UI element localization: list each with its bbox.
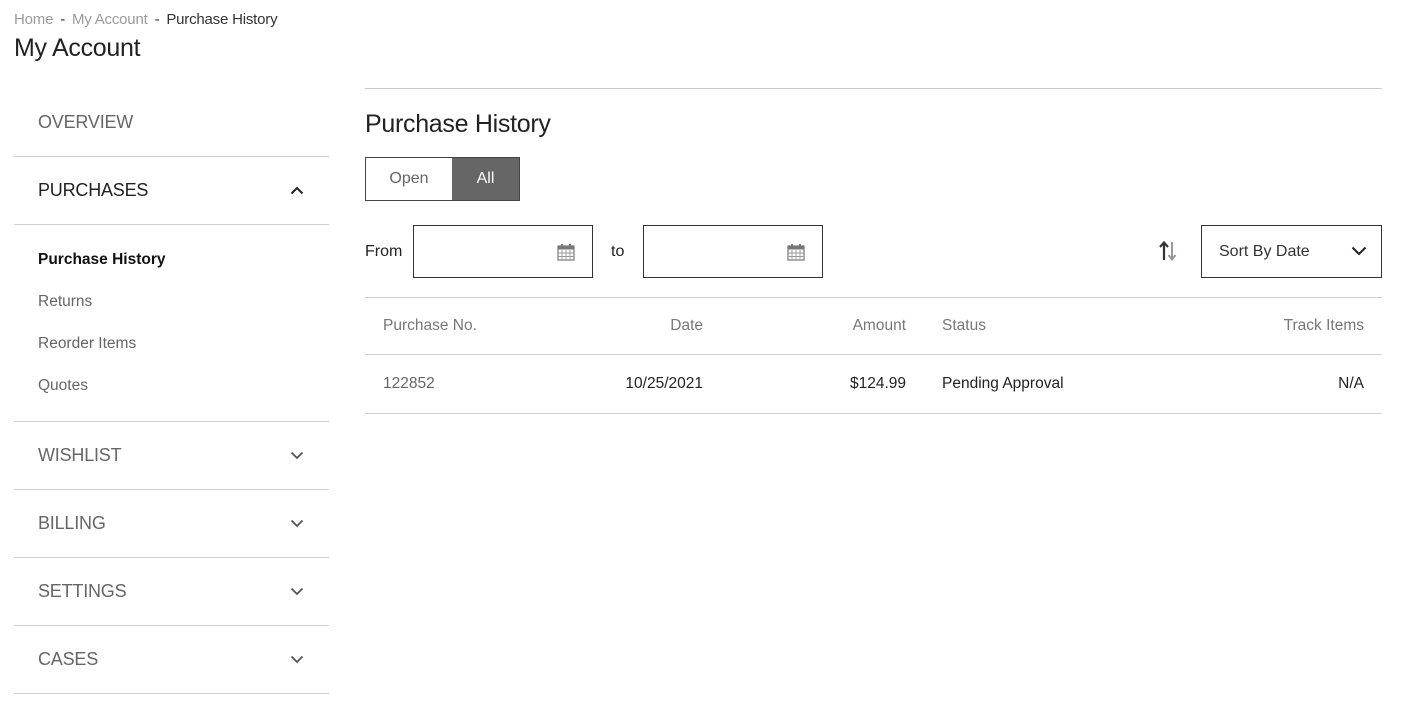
breadcrumb: Home - My Account - Purchase History [14,11,278,28]
purchase-date: 10/25/2021 [625,375,703,392]
to-date-field[interactable] [643,225,823,278]
purchase-history-table: Purchase No. Date Amount Status Track It… [365,297,1382,414]
page-title: My Account [14,34,141,62]
sidebar-section-purchases[interactable]: PURCHASES [14,157,329,225]
sidebar-item-reorder-items[interactable]: Reorder Items [38,323,305,365]
sidebar-item-quotes[interactable]: Quotes [38,365,305,407]
chevron-down-icon [289,448,305,464]
toggle-all-button[interactable]: All [452,158,519,200]
sidebar-section-billing[interactable]: BILLING [14,490,329,558]
divider [365,88,1382,89]
sidebar-item-label: SETTINGS [38,581,127,601]
table-row[interactable]: 122852 10/25/2021 $124.99 Pending Approv… [365,355,1382,414]
date-filters: From to Sort By Date [365,225,1382,278]
to-date-input[interactable] [644,226,774,277]
track-items: N/A [1338,375,1364,392]
column-header-date: Date [670,317,703,334]
sidebar-item-label: CASES [38,649,99,669]
sidebar-item-purchase-history[interactable]: Purchase History [38,239,305,281]
toggle-open-button[interactable]: Open [366,158,452,200]
chevron-down-icon [1351,243,1367,261]
sidebar-item-label: BILLING [38,513,106,533]
breadcrumb-separator: - [154,11,160,28]
sidebar-item-label: WISHLIST [38,445,122,465]
sidebar-item-label: OVERVIEW [38,111,134,132]
purchase-number[interactable]: 122852 [365,375,569,393]
column-header-track-items: Track Items [1283,317,1364,334]
from-date-field[interactable] [413,225,593,278]
from-date-input[interactable] [414,226,544,277]
sidebar-item-overview[interactable]: OVERVIEW [14,88,329,157]
calendar-icon[interactable] [787,243,805,261]
breadcrumb-home-link[interactable]: Home [14,11,53,28]
to-label: to [611,243,625,260]
from-label: From [365,243,403,260]
breadcrumb-separator: - [60,11,66,28]
purchase-status: Pending Approval [942,375,1064,392]
calendar-icon[interactable] [557,243,575,261]
column-header-amount: Amount [852,317,906,334]
sort-select[interactable]: Sort By Date [1201,225,1382,278]
purchase-history-panel: Purchase History Open All From to Sort B… [365,88,1382,414]
chevron-up-icon [289,183,305,199]
breadcrumb-current: Purchase History [166,11,278,28]
sidebar-item-label: PURCHASES [38,180,149,200]
table-header-row: Purchase No. Date Amount Status Track It… [365,298,1382,355]
sidebar-section-wishlist[interactable]: WISHLIST [14,422,329,490]
sidebar-section-cases[interactable]: CASES [14,626,329,694]
purchase-amount: $124.99 [849,375,906,392]
chevron-down-icon [289,652,305,668]
column-header-purchase-no: Purchase No. [383,317,477,334]
section-title: Purchase History [365,110,551,138]
sidebar-section-settings[interactable]: SETTINGS [14,558,329,626]
column-header-status: Status [942,317,986,334]
chevron-down-icon [289,584,305,600]
account-sidebar: OVERVIEW PURCHASES Purchase History Retu… [14,88,329,694]
sidebar-item-returns[interactable]: Returns [38,281,305,323]
breadcrumb-my-account-link[interactable]: My Account [72,11,148,28]
purchases-submenu: Purchase History Returns Reorder Items Q… [14,225,329,422]
sort-select-value: Sort By Date [1219,242,1310,260]
sort-direction-icon[interactable] [1158,240,1178,262]
chevron-down-icon [289,516,305,532]
order-filter-toggle: Open All [365,157,520,201]
